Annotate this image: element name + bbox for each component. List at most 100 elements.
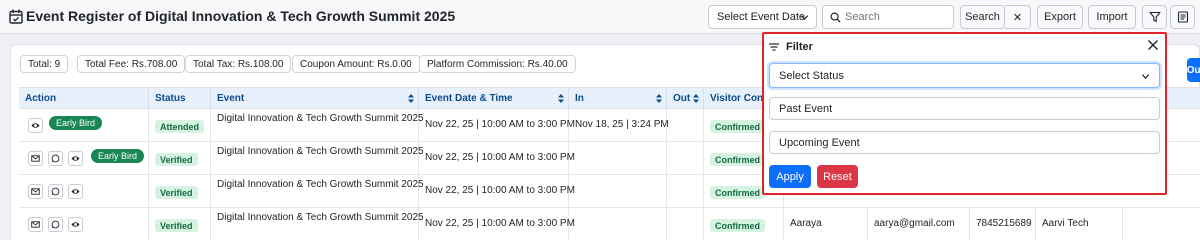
calendar-check-icon [9, 9, 23, 24]
status-cell: Verified [149, 175, 211, 208]
in-cell [569, 142, 667, 175]
report-button[interactable] [1170, 5, 1195, 29]
filter-icon [1148, 11, 1161, 23]
column-event[interactable]: Event [211, 88, 419, 109]
status-badge: Verified [155, 186, 198, 199]
out-cell [667, 109, 704, 142]
clear-search-button[interactable]: ✕ [1005, 5, 1031, 29]
platform-commission-badge: Platform Commission: Rs.40.00 [419, 55, 576, 73]
event-cell: Digital Innovation & Tech Growth Summit … [211, 175, 424, 208]
action-cell [19, 175, 149, 208]
confirm-cell: Confirmed [704, 208, 784, 240]
phone-cell: 7845215689 [970, 208, 1036, 240]
confirmed-badge: Confirmed [710, 120, 765, 133]
filter-panel: Filter Select Status Past Event Upcoming… [762, 32, 1167, 195]
whatsapp-button[interactable] [48, 217, 63, 232]
view-button[interactable] [68, 184, 83, 199]
reset-button[interactable]: Reset [817, 165, 858, 188]
event-date-select-label: Select Event Date [717, 11, 806, 23]
event-cell: Digital Innovation & Tech Growth Summit … [211, 142, 424, 175]
import-button[interactable]: Import [1088, 5, 1136, 29]
email-cell: aarya@gmail.com [868, 208, 970, 240]
export-button[interactable]: Export [1037, 5, 1083, 29]
column-out[interactable]: Out [667, 88, 704, 109]
view-button[interactable] [68, 217, 83, 232]
total-tax-badge: Total Tax: Rs.108.00 [185, 55, 292, 73]
status-badge: Verified [155, 219, 198, 232]
sort-icon [656, 94, 662, 103]
date-time-cell: Nov 22, 25 | 10:00 AM to 3:00 PM [419, 142, 575, 175]
status-cell: Verified [149, 142, 211, 175]
date-time-cell: Nov 22, 25 | 10:00 AM to 3:00 PM [419, 208, 575, 240]
total-count-badge: Total: 9 [20, 55, 69, 73]
search-icon [830, 12, 841, 23]
search-box[interactable] [822, 5, 954, 29]
event-date-select[interactable]: Select Event Date [708, 5, 817, 29]
action-cell: Early Bird [19, 142, 149, 175]
date-time-cell: Nov 22, 25 | 10:00 AM to 3:00 PM [419, 175, 575, 208]
status-badge: Attended [155, 120, 204, 133]
whatsapp-button[interactable] [48, 151, 63, 166]
out-cell [667, 175, 704, 208]
view-button[interactable] [28, 118, 43, 133]
filter-button[interactable] [1142, 5, 1167, 29]
status-select[interactable]: Select Status [769, 63, 1160, 88]
email-button[interactable] [28, 184, 43, 199]
apply-button[interactable]: Apply [769, 165, 811, 188]
mail-icon [31, 188, 40, 195]
page-header: Event Register of Digital Innovation & T… [0, 0, 1200, 34]
early-bird-badge: Early Bird [91, 149, 145, 163]
past-event-option[interactable]: Past Event [769, 97, 1160, 120]
whatsapp-icon [51, 220, 60, 229]
view-button[interactable] [68, 151, 83, 166]
early-bird-badge: Early Bird [49, 116, 103, 130]
sort-icon [693, 94, 699, 103]
search-button[interactable]: Search [960, 5, 1005, 29]
checkout-button[interactable]: Out [1187, 58, 1200, 82]
in-cell: Nov 18, 25 | 3:24 PM [569, 109, 669, 142]
filter-title: Filter [786, 41, 813, 53]
document-icon [1177, 11, 1188, 23]
chevron-down-icon [800, 15, 809, 21]
mail-icon [31, 155, 40, 162]
eye-icon [71, 156, 80, 161]
status-select-value: Select Status [779, 69, 844, 82]
upcoming-event-option[interactable]: Upcoming Event [769, 131, 1160, 154]
date-time-cell: Nov 22, 25 | 10:00 AM to 3:00 PM [419, 109, 575, 142]
event-cell: Digital Innovation & Tech Growth Summit … [211, 109, 424, 142]
total-fee-badge: Total Fee: Rs.708.00 [77, 55, 186, 73]
sort-icon [408, 94, 414, 103]
whatsapp-button[interactable] [48, 184, 63, 199]
event-cell: Digital Innovation & Tech Growth Summit … [211, 208, 424, 240]
column-event-date-time[interactable]: Event Date & Time [419, 88, 569, 109]
confirmed-badge: Confirmed [710, 153, 765, 166]
column-action: Action [19, 88, 149, 109]
in-cell [569, 208, 667, 240]
status-cell: Verified [149, 208, 211, 240]
eye-icon [71, 222, 80, 227]
company-cell: Aarvi Tech [1036, 208, 1123, 240]
action-cell [19, 208, 149, 240]
in-cell [569, 175, 667, 208]
mail-icon [31, 221, 40, 228]
sort-icon [558, 94, 564, 103]
column-in[interactable]: In [569, 88, 667, 109]
email-button[interactable] [28, 217, 43, 232]
filter-lines-icon [769, 43, 779, 51]
close-icon[interactable] [1147, 39, 1159, 51]
search-input[interactable] [845, 11, 945, 23]
out-cell [667, 142, 704, 175]
eye-icon [31, 123, 40, 128]
whatsapp-icon [51, 187, 60, 196]
whatsapp-icon [51, 154, 60, 163]
confirmed-badge: Confirmed [710, 219, 765, 232]
status-cell: Attended [149, 109, 211, 142]
name-cell: Aaraya [784, 208, 868, 240]
column-status: Status [149, 88, 211, 109]
email-button[interactable] [28, 151, 43, 166]
coupon-amount-badge: Coupon Amount: Rs.0.00 [292, 55, 420, 73]
status-badge: Verified [155, 153, 198, 166]
eye-icon [71, 189, 80, 194]
table-row: Verified Digital Innovation & Tech Growt… [19, 208, 1200, 240]
action-cell: Early Bird [19, 109, 149, 142]
